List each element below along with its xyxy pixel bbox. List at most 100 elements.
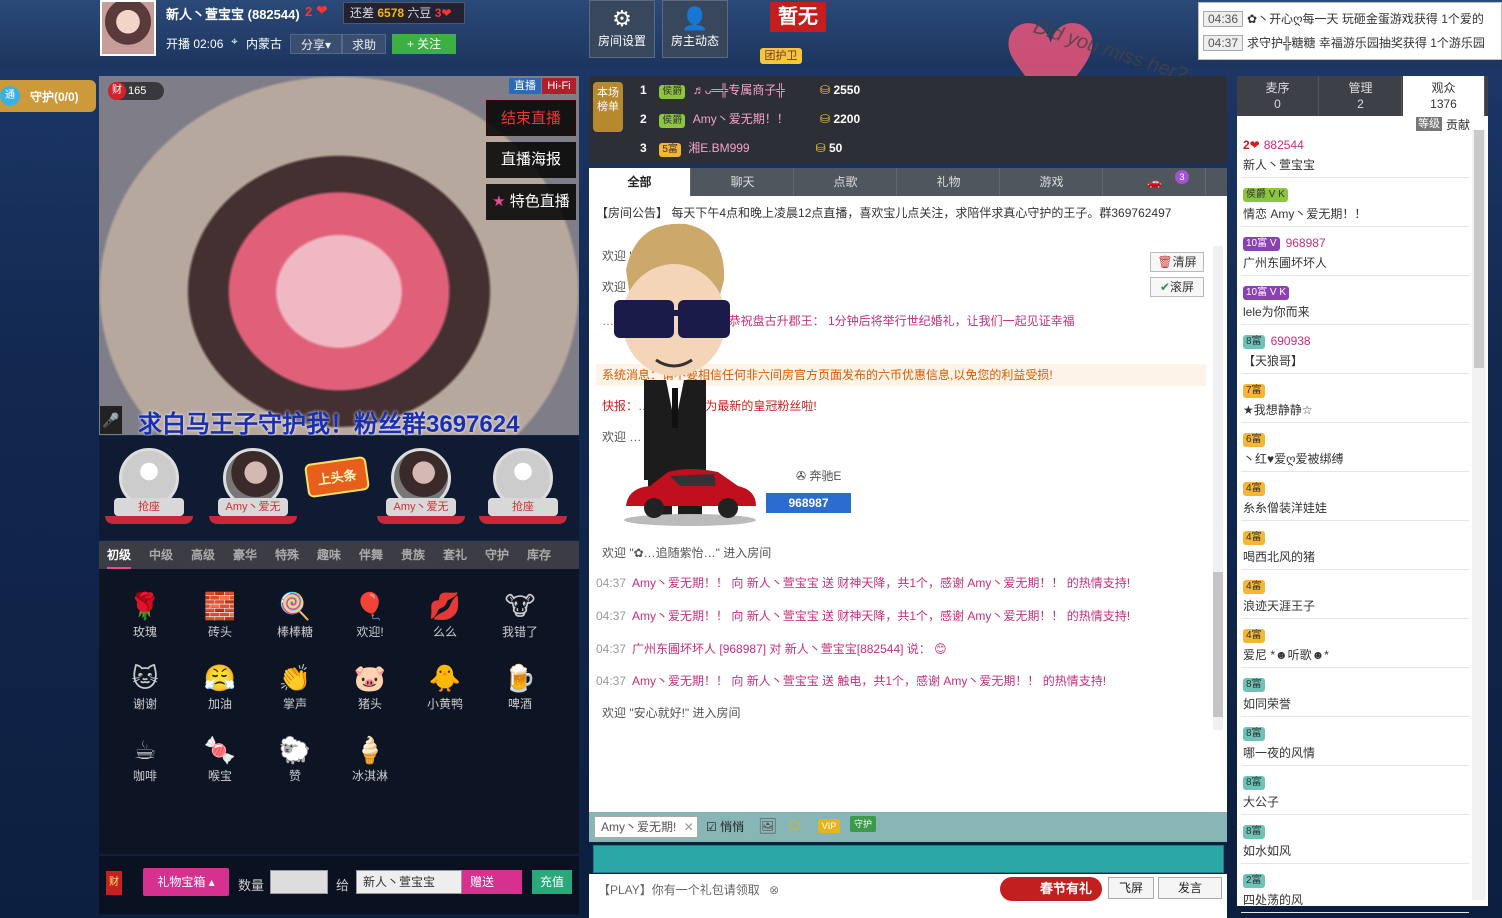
gift-item[interactable]: 🎈 欢迎! — [340, 589, 400, 640]
tab-car[interactable]: 🚗 — [1104, 168, 1206, 196]
gift-tab[interactable]: 库存 — [527, 541, 551, 569]
recipient-select[interactable]: 新人丶萱宝宝 — [356, 870, 462, 894]
chat-tab[interactable]: 礼物 — [898, 168, 1000, 196]
emoji-icon[interactable]: ☺ — [786, 815, 803, 835]
audience-item[interactable]: 8富 如同荣誉 — [1241, 669, 1469, 717]
image-icon[interactable]: 🖼 — [758, 817, 777, 835]
audience-item[interactable]: 4富 糸糸僧装洋娃娃 — [1241, 473, 1469, 521]
audience-item[interactable]: 4富 喝西北风的猪 — [1241, 522, 1469, 570]
gift-tab[interactable]: 豪华 — [233, 541, 257, 569]
gift-item[interactable]: 🍭 棒棒糖 — [265, 589, 325, 640]
chat-scroll-thumb[interactable] — [1213, 572, 1223, 717]
gift-item[interactable]: 🍬 喉宝 — [190, 733, 250, 784]
gift-tab[interactable]: 伴舞 — [359, 541, 383, 569]
audience-item[interactable]: 10富 V 968987 广州东圃坏坏人 — [1241, 228, 1469, 276]
vip-icon[interactable]: VIP — [818, 819, 840, 833]
quantity-input[interactable] — [270, 870, 328, 894]
gift-pack-message[interactable]: 【PLAY】你有一个礼包请领取 ⊗ — [598, 881, 779, 898]
chat-tab[interactable]: 聊天 — [692, 168, 794, 196]
sort-by-level[interactable]: 等级 — [1416, 117, 1442, 131]
audience-item[interactable]: 7富 ★我想静静☆ — [1241, 375, 1469, 423]
fly-screen-button[interactable]: 飞屏 — [1108, 877, 1154, 899]
spring-gift-button[interactable]: 春节有礼 — [1000, 877, 1102, 901]
audience-item[interactable]: 8富 哪一夜的风情 — [1241, 718, 1469, 766]
chat-message[interactable]: 04:37 Amy丶爱无期！！ 向 新人丶萱宝宝 送 触电，共1个，感谢 Amy丶… — [596, 670, 1206, 692]
leaderboard-row[interactable]: 3 5富 湘E.BM999 ⛁ 50 — [640, 134, 1220, 162]
gift-tab[interactable]: 初级 — [107, 541, 132, 569]
gift-item[interactable]: 🍺 啤酒 — [490, 661, 550, 712]
chat-input[interactable] — [593, 845, 1224, 873]
gift-item[interactable]: 👏 掌声 — [265, 661, 325, 712]
chat-message[interactable]: 04:37 Amy丶爱无期！！ 向 新人丶萱宝宝 送 财神天降，共1个，感谢 Am… — [596, 605, 1206, 627]
help-button[interactable]: 求助 — [342, 34, 386, 54]
chat-message[interactable]: 欢迎 "安心就好!" 进入房间 — [596, 702, 1206, 724]
audience-item[interactable]: 8富 如水如风 — [1241, 816, 1469, 864]
close-icon[interactable]: ✕ — [684, 820, 694, 834]
special-live-button[interactable]: ★ 特色直播 — [486, 184, 576, 220]
guard-team-badge[interactable]: 团护卫 — [760, 48, 802, 64]
send-gift-button[interactable]: 赠送 — [462, 870, 522, 894]
leaderboard-row[interactable]: 1 侯爵 ♬ᴗ═╬专属商子╬ ⛁ 2550 — [640, 76, 1220, 104]
seat[interactable]: Amy丶爱无 — [209, 448, 297, 538]
gift-tab[interactable]: 趣味 — [317, 541, 341, 569]
audience-item[interactable]: 4富 浪迹天涯王子 — [1241, 571, 1469, 619]
gift-item[interactable]: 💋 么么 — [415, 589, 475, 640]
share-button[interactable]: 分享▾ — [290, 34, 342, 54]
leaderboard-row[interactable]: 2 侯爵 Amy丶爱无期！！ ⛁ 2200 — [640, 105, 1220, 133]
gift-item[interactable]: 🐑 赞 — [265, 733, 325, 784]
recharge-button[interactable]: 充值 — [532, 870, 572, 894]
clear-screen-button[interactable]: 🗑清屏 — [1150, 252, 1204, 272]
audience-item[interactable]: 6富 丶红♥爱ღ爱被绑缚 — [1241, 424, 1469, 472]
gift-tab[interactable]: 贵族 — [401, 541, 425, 569]
audience-tab[interactable]: 观众 1376 — [1403, 76, 1485, 116]
audience-item[interactable]: 4富 爱尼 *☻听歌☻* — [1241, 620, 1469, 668]
seat[interactable]: Amy丶爱无 — [377, 448, 465, 538]
gift-item[interactable]: 😤 加油 — [190, 661, 250, 712]
follow-button[interactable]: + 关注 — [392, 34, 456, 54]
audience-tab[interactable]: 管理 2 — [1320, 76, 1402, 116]
gift-item[interactable]: 🧱 砖头 — [190, 589, 250, 640]
close-icon[interactable]: ⊗ — [769, 883, 779, 897]
gift-tab[interactable]: 中级 — [149, 541, 173, 569]
gift-item[interactable]: 🌹 玫瑰 — [115, 589, 175, 640]
whisper-checkbox[interactable]: ☑ 悄悄 — [706, 818, 744, 835]
audience-scroll-thumb[interactable] — [1474, 130, 1484, 368]
gift-item[interactable]: 🐥 小黄鸭 — [415, 661, 475, 712]
chat-message[interactable]: 04:37 广州东圃坏坏人 [968987] 对 新人丶萱宝宝[882544] 说… — [596, 638, 1206, 660]
gift-tab[interactable]: 守护 — [485, 541, 509, 569]
gift-item[interactable]: 🐮 我错了 — [490, 589, 550, 640]
gift-box-button[interactable]: 礼物宝箱 ▴ — [143, 868, 229, 896]
audience-item[interactable]: 8富 690938 【天狼哥】 — [1241, 326, 1469, 374]
chat-target-select[interactable]: Amy丶爱无期! ✕ — [594, 816, 698, 838]
audience-item[interactable]: 10富 V K lele为你而来 — [1241, 277, 1469, 325]
gift-tab[interactable]: 高级 — [191, 541, 215, 569]
fortune-icon[interactable]: 财 — [106, 871, 122, 895]
chat-tab[interactable]: 点歌 — [795, 168, 897, 196]
gift-item[interactable]: ☕ 咖啡 — [115, 733, 175, 784]
chat-message[interactable]: 欢迎 "✿…追随紫怡…" 进入房间 — [596, 542, 1206, 564]
room-settings-button[interactable]: ⚙ 房间设置 — [589, 0, 655, 58]
audience-item[interactable]: 8富 大公子 — [1241, 767, 1469, 815]
hifi-badge[interactable]: Hi-Fi — [542, 78, 576, 94]
audience-item[interactable]: 2❤ 882544 新人丶萱宝宝 — [1241, 130, 1469, 178]
seat[interactable]: 抢座 — [479, 448, 567, 538]
gift-tab[interactable]: 套礼 — [443, 541, 467, 569]
host-dynamic-button[interactable]: 👤 房主动态 — [662, 0, 728, 58]
ticker-row[interactable]: 04:37 求守护╬糖糖 幸福游乐园抽奖获得 1个游乐园 — [1203, 34, 1502, 54]
gift-item[interactable]: 🍦 冰淇淋 — [340, 733, 400, 784]
host-avatar[interactable] — [100, 0, 156, 56]
guard-icon[interactable]: 守护 — [850, 816, 876, 832]
gift-tab[interactable]: 特殊 — [275, 541, 299, 569]
gift-item[interactable]: 🐷 猪头 — [340, 661, 400, 712]
chat-tab[interactable]: 全部 — [589, 168, 691, 196]
chat-message[interactable]: 04:37 Amy丶爱无期！！ 向 新人丶萱宝宝 送 财神天降，共1个，感谢 Am… — [596, 572, 1206, 594]
live-poster-button[interactable]: 直播海报 — [486, 142, 576, 178]
audience-item[interactable]: 侯爵 V K 情恋 Amy丶爱无期！！ — [1241, 179, 1469, 227]
auto-scroll-toggle[interactable]: ✔滚屏 — [1150, 277, 1204, 297]
send-message-button[interactable]: 发言 — [1158, 877, 1222, 899]
audience-item[interactable]: 2富 四处荡的风 — [1241, 865, 1469, 913]
microphone-icon[interactable]: 🎤 — [100, 406, 122, 434]
seat[interactable]: 抢座 — [105, 448, 193, 538]
end-live-button[interactable]: 结束直播 — [486, 100, 576, 136]
chat-tab[interactable]: 游戏 — [1001, 168, 1103, 196]
